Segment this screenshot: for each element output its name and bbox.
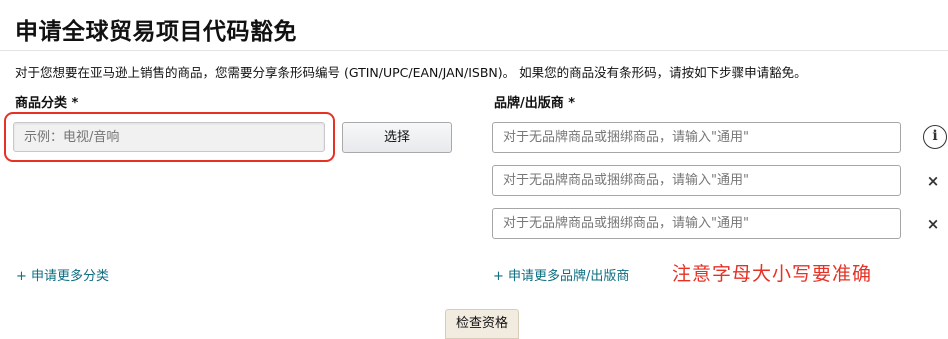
page-title: 申请全球贸易项目代码豁免: [15, 19, 297, 45]
info-icon[interactable]: i: [923, 125, 947, 149]
page-description: 对于您想要在亚马逊上销售的商品，您需要分享条形码编号 (GTIN/UPC/EAN…: [15, 65, 807, 80]
select-category-button[interactable]: 选择: [342, 122, 452, 153]
add-more-categories-link[interactable]: + 申请更多分类: [16, 265, 109, 284]
check-eligibility-button[interactable]: 检查资格: [445, 309, 519, 339]
close-icon[interactable]: ×: [926, 174, 940, 189]
close-icon[interactable]: ×: [926, 217, 940, 232]
brand-label: 品牌/出版商 *: [494, 96, 576, 111]
annotation-note: 注意字母大小写要准确: [672, 263, 873, 285]
brand-input-3[interactable]: 对于无品牌商品或捆绑商品，请输入"通用": [492, 208, 901, 239]
category-label: 商品分类 *: [15, 96, 79, 111]
annotation-highlight-box: [4, 112, 335, 162]
brand-input-2[interactable]: 对于无品牌商品或捆绑商品，请输入"通用": [492, 165, 901, 196]
brand-input-1[interactable]: 对于无品牌商品或捆绑商品，请输入"通用": [492, 122, 901, 153]
add-more-brands-link[interactable]: + 申请更多品牌/出版商: [493, 265, 629, 284]
title-divider: [0, 50, 948, 51]
